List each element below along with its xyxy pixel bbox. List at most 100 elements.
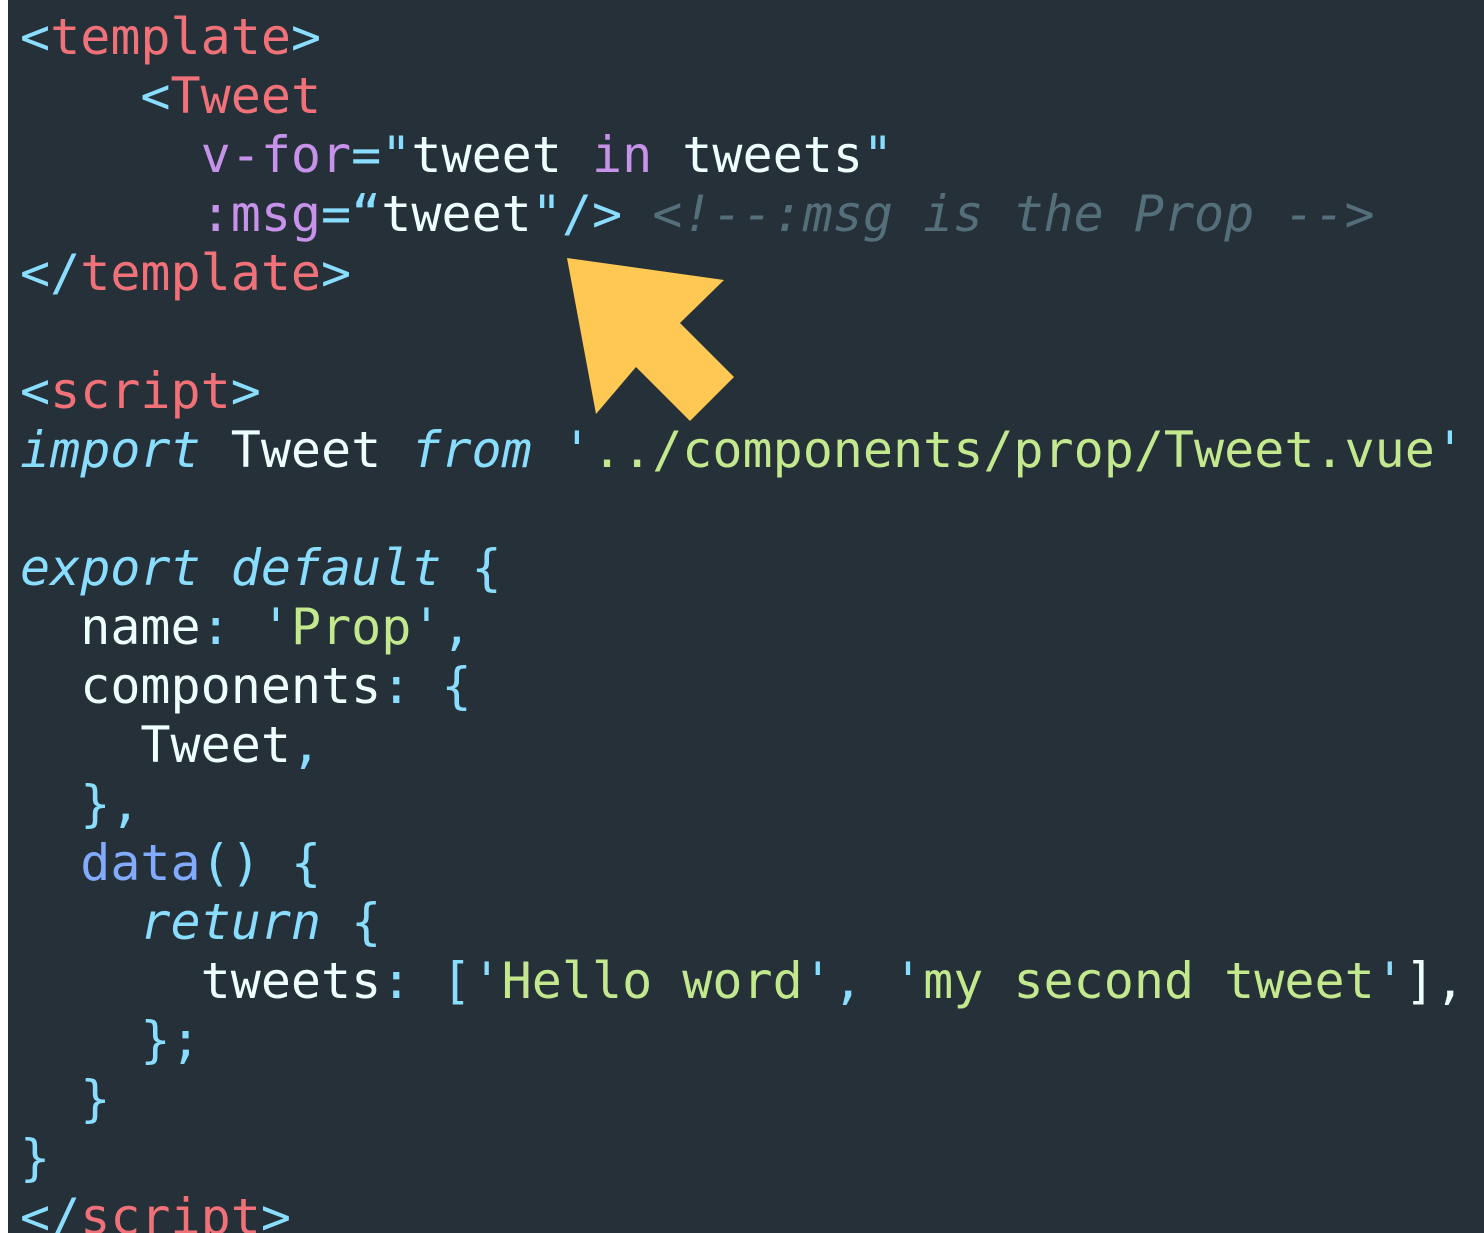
- tweet-string-2: my second tweet: [923, 952, 1375, 1010]
- string-value: Prop: [290, 598, 412, 656]
- quote: ": [862, 126, 894, 184]
- colon: :: [200, 598, 261, 656]
- keyword-in: in: [591, 126, 653, 184]
- tag-name: script: [80, 1188, 261, 1233]
- string-quote: ': [802, 952, 833, 1010]
- tag-bracket: </: [20, 1188, 81, 1233]
- tag-bracket: >: [290, 8, 322, 66]
- string-quote: ': [1374, 952, 1405, 1010]
- tag-name: script: [50, 362, 231, 420]
- tag-bracket: <: [20, 362, 51, 420]
- brace-close: };: [140, 1011, 201, 1069]
- method-name: data: [80, 834, 201, 892]
- tag-bracket: </: [20, 244, 81, 302]
- attribute-equals: =“: [321, 185, 382, 243]
- attribute-value: tweet: [411, 126, 562, 184]
- html-comment: <!--:msg is the Prop -->: [622, 185, 1375, 243]
- brace-close: }: [20, 1129, 51, 1187]
- code-line-13: Tweet,: [20, 716, 1465, 775]
- string-quote: ': [893, 952, 924, 1010]
- keyword-from: from: [411, 421, 532, 479]
- tag-bracket: >: [260, 1188, 291, 1233]
- string-quote: ': [471, 952, 502, 1010]
- code-line-11: name: 'Prop',: [20, 598, 1465, 657]
- brace-close: },: [80, 775, 141, 833]
- property-name: components: [80, 657, 382, 715]
- code-line-18: };: [20, 1011, 1465, 1070]
- code-editor[interactable]: <template> <Tweet v-for="tweet in tweets…: [8, 0, 1484, 1233]
- tag-bracket: >: [230, 362, 261, 420]
- screenshot-canvas: <template> <Tweet v-for="tweet in tweets…: [0, 0, 1484, 1233]
- code-line-20: }: [20, 1129, 1465, 1188]
- code-line-21: </script>: [20, 1188, 1465, 1233]
- string-quote: ': [561, 421, 592, 479]
- tag-close: "/>: [531, 185, 623, 243]
- colon-bracket: : [: [381, 952, 472, 1010]
- code-line-1: <template>: [20, 8, 1465, 67]
- comma: ,: [290, 716, 322, 774]
- code-line-7: <script>: [20, 362, 1465, 421]
- code-line-8: import Tweet from '../components/prop/Tw…: [20, 421, 1465, 480]
- code-line-14: },: [20, 775, 1465, 834]
- code-line-2: <Tweet: [20, 67, 1465, 126]
- tag-bracket: <: [20, 8, 51, 66]
- brace: {: [441, 539, 502, 597]
- identifier: Tweet: [200, 421, 412, 479]
- keyword-default: default: [230, 539, 442, 597]
- code-line-4: :msg=“tweet"/> <!--:msg is the Prop -->: [20, 185, 1465, 244]
- tag-name: template: [80, 244, 322, 302]
- brace-close: }: [80, 1070, 111, 1128]
- comma: ,: [832, 952, 894, 1010]
- string-quote: ': [260, 598, 291, 656]
- string-quote: ': [1434, 421, 1465, 479]
- string-quote: ': [411, 598, 442, 656]
- attribute-name: v-for: [200, 126, 352, 184]
- keyword-return: return: [140, 893, 322, 951]
- source-code: <template> <Tweet v-for="tweet in tweets…: [20, 8, 1465, 1233]
- attribute-value: tweet: [381, 185, 532, 243]
- parens-brace: () {: [200, 834, 322, 892]
- code-line-3: v-for="tweet in tweets": [20, 126, 1465, 185]
- tag-bracket: >: [321, 244, 352, 302]
- code-line-16: return {: [20, 893, 1465, 952]
- comma: ,: [441, 598, 472, 656]
- tweet-string-1: Hello word: [501, 952, 803, 1010]
- attribute-equals: =": [351, 126, 412, 184]
- tag-bracket: <: [140, 67, 171, 125]
- code-line-19: }: [20, 1070, 1465, 1129]
- brace: {: [321, 893, 382, 951]
- attribute-value: tweets: [652, 126, 863, 184]
- import-path-string: ../components/prop/Tweet.vue: [591, 421, 1435, 479]
- identifier: Tweet: [140, 716, 291, 774]
- code-line-17: tweets: ['Hello word', 'my second tweet'…: [20, 952, 1465, 1011]
- code-line-15: data() {: [20, 834, 1465, 893]
- attribute-name: :msg: [200, 185, 322, 243]
- code-line-12: components: {: [20, 657, 1465, 716]
- code-line-10: export default {: [20, 539, 1465, 598]
- code-line-5: </template>: [20, 244, 1465, 303]
- property-name: tweets: [200, 952, 382, 1010]
- bracket-close: ],: [1404, 952, 1466, 1010]
- keyword-import: import: [20, 421, 201, 479]
- property-name: name: [80, 598, 201, 656]
- tag-name: template: [50, 8, 291, 66]
- tag-name: Tweet: [170, 67, 322, 125]
- keyword-export: export: [20, 539, 201, 597]
- colon-brace: : {: [381, 657, 472, 715]
